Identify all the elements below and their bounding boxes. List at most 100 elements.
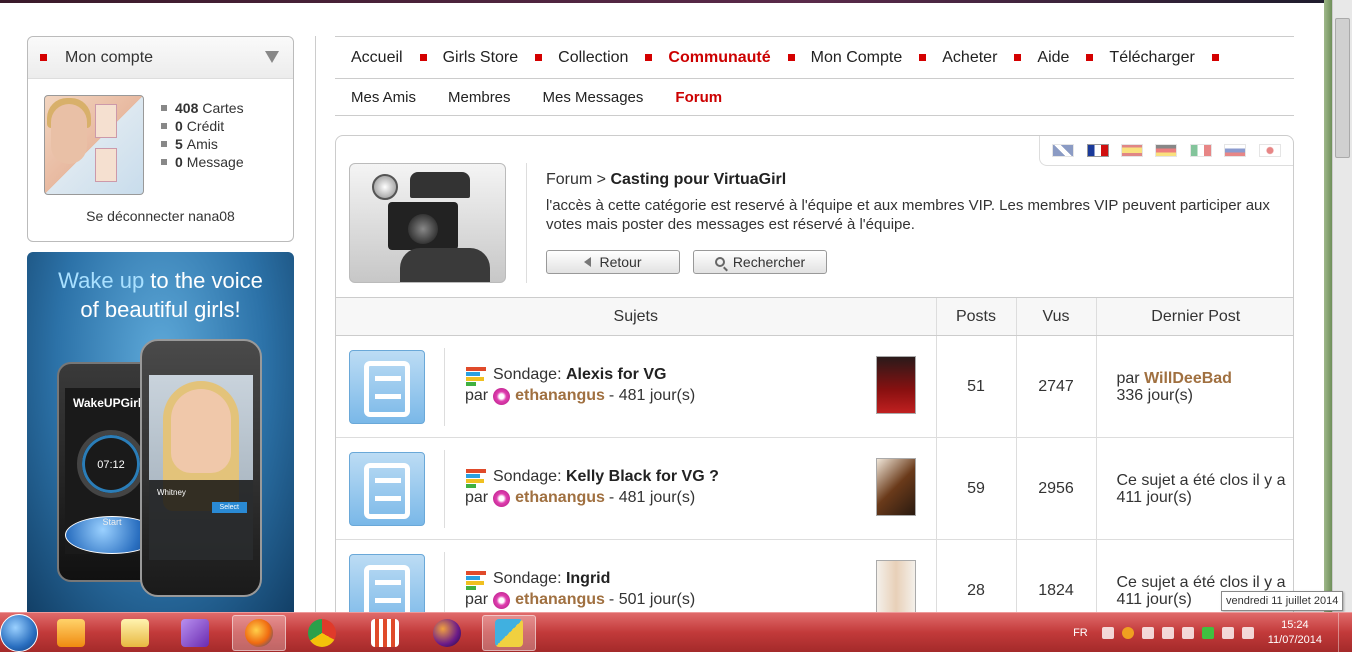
flag-jp-icon[interactable] xyxy=(1258,144,1281,157)
avatar[interactable] xyxy=(44,95,144,195)
tray-security-icon[interactable] xyxy=(1201,627,1214,639)
flag-ru-icon[interactable] xyxy=(1224,144,1247,157)
topic-age: - 481 jour(s) xyxy=(608,489,696,506)
sub-nav: Mes Amis Membres Mes Messages Forum xyxy=(335,79,1294,116)
language-indicator[interactable]: FR xyxy=(1073,627,1088,639)
stat-messages[interactable]: 0 Message xyxy=(161,153,244,171)
topic-age: - 481 jour(s) xyxy=(608,387,696,404)
nav-acheter[interactable]: Acheter xyxy=(942,49,997,67)
wakeupgirl-ad-banner[interactable]: Wake up to the voice of beautiful girls!… xyxy=(27,252,294,612)
media-player-icon xyxy=(57,619,85,647)
taskbar-chrome[interactable] xyxy=(295,615,349,651)
taskbar-media-player[interactable] xyxy=(44,615,98,651)
stat-cards[interactable]: 408 Cartes xyxy=(161,99,244,117)
taskbar-visual-studio[interactable] xyxy=(168,615,222,651)
subnav-membres[interactable]: Membres xyxy=(448,89,511,106)
taskbar-firefox[interactable] xyxy=(232,615,286,651)
topic-prefix: Sondage: xyxy=(493,570,566,587)
posts-count: 51 xyxy=(935,335,1016,438)
account-header[interactable]: Mon compte xyxy=(28,37,293,79)
topic-thumbnail[interactable] xyxy=(876,356,916,414)
tray-chevron-icon[interactable] xyxy=(1101,627,1114,639)
tray-device-icon[interactable] xyxy=(1161,627,1174,639)
taskbar-virtuagirl[interactable] xyxy=(482,615,536,651)
stat-credit[interactable]: 0 Crédit xyxy=(161,117,244,135)
nav-telecharger[interactable]: Télécharger xyxy=(1109,49,1194,67)
nav-collection[interactable]: Collection xyxy=(558,49,628,67)
nav-communaute[interactable]: Communauté xyxy=(668,49,770,67)
nav-separator-icon xyxy=(1086,54,1094,61)
subnav-mes-messages[interactable]: Mes Messages xyxy=(543,89,644,106)
stat-friends[interactable]: 5 Amis xyxy=(161,135,244,153)
scrollbar-thumb[interactable] xyxy=(1335,18,1350,158)
tray-flag-icon[interactable] xyxy=(1181,627,1194,639)
author-avatar[interactable] xyxy=(349,452,425,526)
table-row: Sondage: Alexis for VG par ethanangus - 48… xyxy=(336,335,1293,438)
taskbar-grid-app[interactable] xyxy=(358,615,412,651)
scroll-up-arrow-icon[interactable] xyxy=(1333,0,1352,18)
bullet-icon xyxy=(161,105,167,111)
breadcrumb-forum[interactable]: Forum xyxy=(546,171,592,188)
alarm-time: 07:12 xyxy=(97,459,125,471)
girl-name: Whitney xyxy=(157,488,186,497)
topic-thumbnail[interactable] xyxy=(876,560,916,614)
flag-it-icon[interactable] xyxy=(1189,144,1212,157)
flag-es-icon[interactable] xyxy=(1121,144,1144,157)
vertical-scrollbar[interactable] xyxy=(1332,0,1352,612)
subnav-forum[interactable]: Forum xyxy=(675,89,722,106)
last-post: Ce sujet a été clos il y a 411 jour(s) xyxy=(1095,437,1293,540)
stat-value: 0 xyxy=(175,154,183,170)
last-post-user[interactable]: WillDeeBad xyxy=(1144,370,1232,387)
planet-icon xyxy=(433,619,461,647)
clock[interactable]: 15:24 11/07/2014 xyxy=(1268,618,1322,648)
account-title: Mon compte xyxy=(65,48,154,66)
tray-monitor-icon[interactable] xyxy=(1141,627,1154,639)
vip-star-icon xyxy=(493,489,511,507)
breadcrumb: Forum > Casting pour VirtuaGirl xyxy=(546,171,786,189)
topic-title[interactable]: Kelly Black for VG ? xyxy=(566,468,719,485)
nav-aide[interactable]: Aide xyxy=(1037,49,1069,67)
taskbar-explorer[interactable] xyxy=(108,615,162,651)
flag-de-icon[interactable] xyxy=(1155,144,1178,157)
last-post-text: 336 jour(s) xyxy=(1116,386,1193,404)
poll-icon xyxy=(466,469,486,489)
topic-author[interactable]: ethanangus xyxy=(515,489,605,507)
topic-prefix: Sondage: xyxy=(493,468,566,485)
topic-title[interactable]: Alexis for VG xyxy=(566,366,666,383)
app-grid-icon xyxy=(371,619,399,647)
nav-mon-compte[interactable]: Mon Compte xyxy=(811,49,903,67)
search-label: Rechercher xyxy=(732,254,806,270)
author-avatar[interactable] xyxy=(349,554,425,614)
back-button[interactable]: Retour xyxy=(546,250,680,274)
flag-uk-icon[interactable] xyxy=(1052,144,1075,157)
topic-thumbnail[interactable] xyxy=(876,458,916,516)
flag-fr-icon[interactable] xyxy=(1086,144,1109,157)
topic-author[interactable]: ethanangus xyxy=(515,387,605,405)
arrow-left-icon xyxy=(584,257,592,267)
tray-volume-icon[interactable] xyxy=(1241,627,1254,639)
ad-title-part: to the voice xyxy=(144,268,263,293)
windows-start-icon[interactable] xyxy=(0,614,38,652)
show-desktop-button[interactable] xyxy=(1338,613,1352,652)
tray-network-icon[interactable] xyxy=(1221,627,1234,639)
chevron-down-icon[interactable] xyxy=(265,51,279,63)
nav-separator-icon xyxy=(787,54,795,61)
nav-girls-store[interactable]: Girls Store xyxy=(443,49,519,67)
subnav-mes-amis[interactable]: Mes Amis xyxy=(351,89,416,106)
window-edge xyxy=(1324,0,1332,612)
tray-app-icon[interactable] xyxy=(1121,627,1134,639)
topic-title[interactable]: Ingrid xyxy=(566,570,610,587)
nav-accueil[interactable]: Accueil xyxy=(351,49,403,67)
logout-link[interactable]: Se déconnecter nana08 xyxy=(28,208,293,224)
by-label: par xyxy=(465,591,489,608)
taskbar-space-app[interactable] xyxy=(420,615,474,651)
table-row: Sondage: Ingrid par ethanangus - 501 jour(… xyxy=(336,539,1293,614)
bullet-icon xyxy=(40,54,47,61)
category-description: l'accès à cette catégorie est reservé à … xyxy=(546,197,1270,233)
topic-author[interactable]: ethanangus xyxy=(515,591,605,609)
author-avatar[interactable] xyxy=(349,350,425,424)
views-count: 2747 xyxy=(1015,335,1096,438)
system-tray: FR 15:24 11/07/2014 xyxy=(1073,613,1322,652)
search-button[interactable]: Rechercher xyxy=(693,250,827,274)
col-header-sujets: Sujets xyxy=(336,297,936,336)
